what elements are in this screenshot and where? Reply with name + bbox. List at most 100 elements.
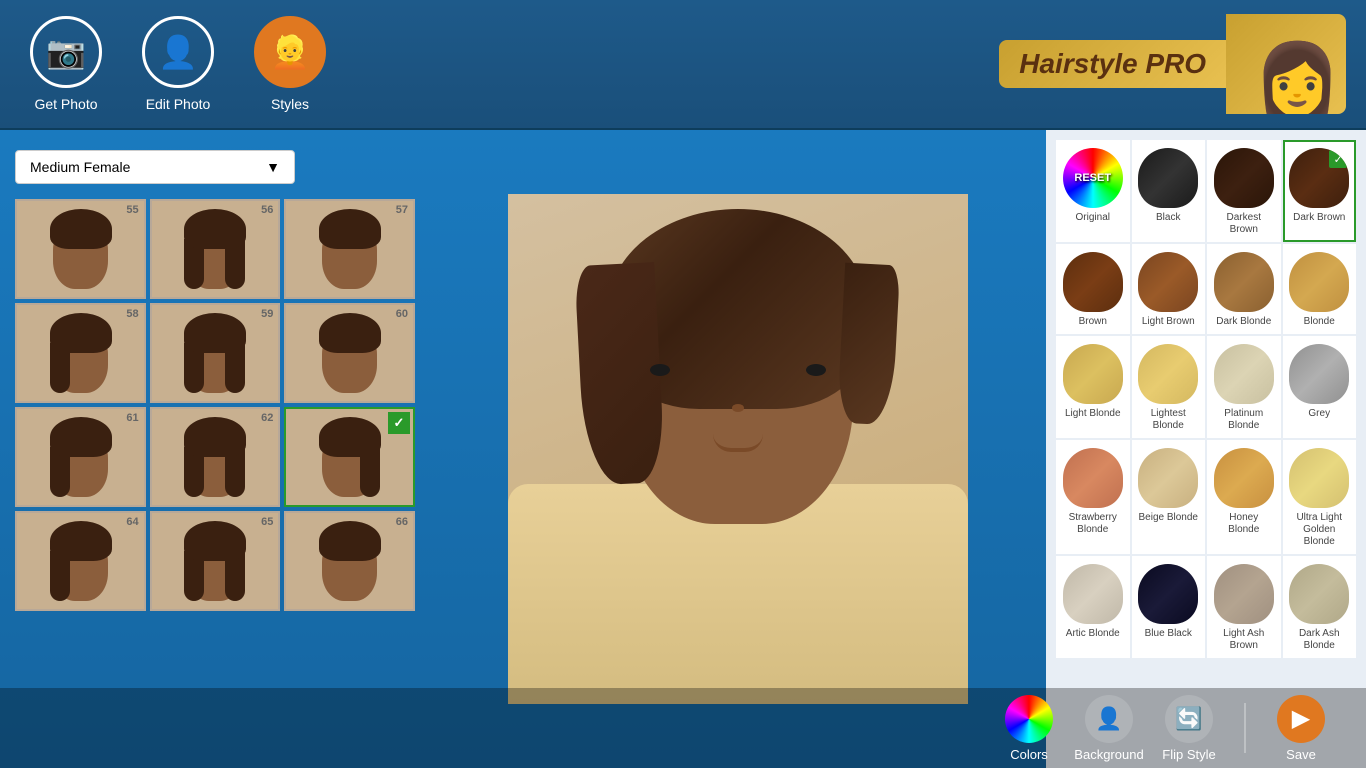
color-item-black[interactable]: Black xyxy=(1132,140,1206,242)
light-blonde-swatch xyxy=(1063,344,1123,404)
left-panel: Medium Female ▼ 55 56 xyxy=(0,130,430,768)
save-icon: ▶ xyxy=(1277,695,1325,743)
style-thumb-58[interactable]: 58 xyxy=(15,303,146,403)
color-item-dark-brown[interactable]: ✓ Dark Brown xyxy=(1283,140,1357,242)
flip-style-label: Flip Style xyxy=(1162,747,1215,762)
color-item-blue-black[interactable]: Blue Black xyxy=(1132,556,1206,658)
get-photo-label: Get Photo xyxy=(34,96,97,112)
person-eye-right xyxy=(806,364,826,376)
color-item-beige-blonde[interactable]: Beige Blonde xyxy=(1132,440,1206,554)
color-item-darkest-brown[interactable]: Darkest Brown xyxy=(1207,140,1281,242)
person-hair-right xyxy=(837,263,900,426)
person-nose xyxy=(732,404,744,412)
style-num: 57 xyxy=(396,204,408,216)
color-name-grey: Grey xyxy=(1308,408,1330,420)
platinum-blonde-swatch xyxy=(1214,344,1274,404)
color-name-blonde: Blonde xyxy=(1304,316,1335,328)
color-name-light-blonde: Light Blonde xyxy=(1065,408,1121,420)
style-preview xyxy=(286,513,413,609)
color-item-light-blonde[interactable]: Light Blonde xyxy=(1056,336,1130,438)
style-thumb-63[interactable]: ✓ xyxy=(284,407,415,507)
color-name-artic-blonde: Artic Blonde xyxy=(1066,628,1120,640)
darkest-brown-swatch xyxy=(1214,148,1274,208)
person-preview xyxy=(508,194,968,704)
center-panel xyxy=(430,130,1046,768)
color-item-artic-blonde[interactable]: Artic Blonde xyxy=(1056,556,1130,658)
ultra-light-golden-blonde-swatch xyxy=(1289,448,1349,508)
save-label: Save xyxy=(1286,747,1316,762)
nav-get-photo[interactable]: 📷 Get Photo xyxy=(30,16,102,112)
camera-icon: 📷 xyxy=(30,16,102,88)
style-thumb-66[interactable]: 66 xyxy=(284,511,415,611)
style-preview xyxy=(17,201,144,297)
color-item-ultra-light-golden-blonde[interactable]: Ultra Light Golden Blonde xyxy=(1283,440,1357,554)
style-thumb-59[interactable]: 59 xyxy=(150,303,281,403)
light-brown-swatch xyxy=(1138,252,1198,312)
nav-styles[interactable]: 👱 Styles xyxy=(254,16,326,112)
colors-button[interactable]: Colors xyxy=(994,695,1064,762)
beige-blonde-swatch xyxy=(1138,448,1198,508)
color-name-dark-blonde: Dark Blonde xyxy=(1216,316,1271,328)
style-preview xyxy=(286,201,413,297)
style-num: 60 xyxy=(396,308,408,320)
style-preview xyxy=(152,201,279,297)
style-num: 61 xyxy=(126,412,138,424)
background-icon: 👤 xyxy=(1085,695,1133,743)
color-panel: RESET Original Black Darkest Brown ✓ Dar… xyxy=(1046,130,1366,768)
style-category-dropdown[interactable]: Medium Female ▼ xyxy=(15,150,295,184)
chevron-down-icon: ▼ xyxy=(266,159,280,175)
color-item-honey-blonde[interactable]: Honey Blonde xyxy=(1207,440,1281,554)
background-button[interactable]: 👤 Background xyxy=(1074,695,1144,762)
color-item-grey[interactable]: Grey xyxy=(1283,336,1357,438)
blue-black-swatch xyxy=(1138,564,1198,624)
reset-label: RESET xyxy=(1074,172,1111,184)
blonde-swatch xyxy=(1289,252,1349,312)
style-num: 62 xyxy=(261,412,273,424)
nav-edit-photo[interactable]: 👤 Edit Photo xyxy=(142,16,214,112)
color-name-blue-black: Blue Black xyxy=(1145,628,1192,640)
honey-blonde-swatch xyxy=(1214,448,1274,508)
color-item-brown[interactable]: Brown xyxy=(1056,244,1130,334)
main-content: Medium Female ▼ 55 56 xyxy=(0,130,1366,768)
style-thumb-62[interactable]: 62 xyxy=(150,407,281,507)
styles-label: Styles xyxy=(271,96,309,112)
style-thumb-60[interactable]: 60 xyxy=(284,303,415,403)
color-name-light-ash-brown: Light Ash Brown xyxy=(1213,628,1275,652)
style-num: 64 xyxy=(126,516,138,528)
color-item-lightest-blonde[interactable]: Lightest Blonde xyxy=(1132,336,1206,438)
selected-checkmark: ✓ xyxy=(388,412,410,434)
style-preview xyxy=(286,305,413,401)
header-nav: 📷 Get Photo 👤 Edit Photo 👱 Styles xyxy=(30,16,326,112)
toolbar-divider xyxy=(1244,703,1246,753)
style-num: 56 xyxy=(261,204,273,216)
style-thumb-61[interactable]: 61 xyxy=(15,407,146,507)
style-preview xyxy=(152,513,279,609)
logo-avatar: 👩 xyxy=(1226,14,1346,114)
preview-frame xyxy=(508,194,968,704)
style-thumb-56[interactable]: 56 xyxy=(150,199,281,299)
bottom-toolbar: Colors 👤 Background 🔄 Flip Style ▶ Save xyxy=(0,688,1366,768)
color-name-platinum-blonde: Platinum Blonde xyxy=(1213,408,1275,432)
style-num: 65 xyxy=(261,516,273,528)
style-thumb-57[interactable]: 57 xyxy=(284,199,415,299)
style-num: 55 xyxy=(126,204,138,216)
style-thumb-64[interactable]: 64 xyxy=(15,511,146,611)
edit-photo-label: Edit Photo xyxy=(146,96,211,112)
style-thumb-65[interactable]: 65 xyxy=(150,511,281,611)
color-item-original[interactable]: RESET Original xyxy=(1056,140,1130,242)
flip-style-button[interactable]: 🔄 Flip Style xyxy=(1154,695,1224,762)
color-item-dark-blonde[interactable]: Dark Blonde xyxy=(1207,244,1281,334)
color-name-honey-blonde: Honey Blonde xyxy=(1213,512,1275,536)
color-item-platinum-blonde[interactable]: Platinum Blonde xyxy=(1207,336,1281,438)
save-button[interactable]: ▶ Save xyxy=(1266,695,1336,762)
person-eye-left xyxy=(650,364,670,376)
color-item-strawberry-blonde[interactable]: Strawberry Blonde xyxy=(1056,440,1130,554)
dark-ash-blonde-swatch xyxy=(1289,564,1349,624)
style-thumb-55[interactable]: 55 xyxy=(15,199,146,299)
color-item-dark-ash-blonde[interactable]: Dark Ash Blonde xyxy=(1283,556,1357,658)
color-name-ultra-light-golden-blonde: Ultra Light Golden Blonde xyxy=(1289,512,1351,548)
colors-icon xyxy=(1005,695,1053,743)
color-item-blonde[interactable]: Blonde xyxy=(1283,244,1357,334)
color-item-light-brown[interactable]: Light Brown xyxy=(1132,244,1206,334)
color-item-light-ash-brown[interactable]: Light Ash Brown xyxy=(1207,556,1281,658)
